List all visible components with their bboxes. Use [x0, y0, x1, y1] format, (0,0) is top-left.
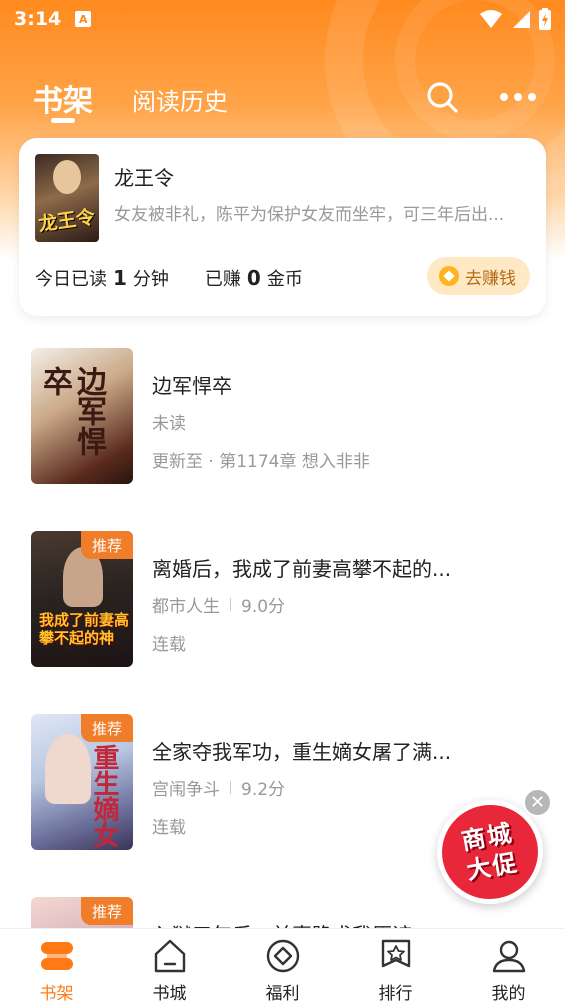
cover-title: 边军悍卒	[37, 366, 106, 456]
nav-item-welfare[interactable]: 福利	[226, 929, 339, 1004]
reading-stats: 今日已读 1 分钟 已赚 0 金币	[35, 265, 303, 291]
nav-label-welfare: 福利	[265, 984, 300, 1004]
nav-item-profile[interactable]: 我的	[452, 929, 565, 1004]
nav-label-ranking: 排行	[378, 984, 413, 1004]
recommend-badge: 推荐	[81, 897, 133, 925]
earned-label: 已赚	[204, 269, 241, 290]
list-item[interactable]: 我成了前妻高攀不起的神 推荐 离婚后，我成了前妻高攀不起的... 都市人生 9.…	[0, 531, 565, 681]
notification-icon: A	[75, 11, 92, 27]
book-cover[interactable]: 推荐	[31, 897, 133, 928]
welfare-icon	[266, 939, 299, 973]
ranking-icon	[381, 939, 410, 968]
book-genre: 都市人生	[152, 597, 220, 617]
book-meta: 宫闱争斗 9.2分	[152, 775, 285, 800]
book-title[interactable]: 入狱三年后，前妻跪求我原谅	[152, 919, 412, 928]
book-score: 9.2分	[241, 780, 286, 800]
tab-bookshelf[interactable]: 书架	[33, 76, 93, 120]
book-genre: 宫闱争斗	[152, 780, 220, 800]
read-today-label: 今日已读	[35, 269, 107, 290]
active-tab-indicator	[51, 118, 75, 123]
read-today-value: 1	[113, 266, 127, 290]
book-cover[interactable]: 龙王令	[35, 154, 99, 242]
search-icon[interactable]	[425, 80, 459, 114]
book-cover[interactable]: 边军悍卒	[31, 348, 133, 484]
book-meta: 都市人生 9.0分	[152, 592, 285, 617]
update-info: 更新至 · 第1174章 想入非非	[152, 452, 370, 472]
bottom-nav: 书架 书城 福利 排行 我的	[0, 928, 565, 1004]
book-cover[interactable]: 重生嫡女 推荐	[31, 714, 133, 850]
book-title[interactable]: 边军悍卒	[152, 370, 232, 399]
book-title[interactable]: 龙王令	[114, 162, 174, 191]
earned-unit: 金币	[266, 269, 303, 290]
top-nav: 书架 阅读历史	[0, 72, 565, 123]
bookstore-icon	[154, 939, 185, 973]
serial-status: 连载	[152, 635, 186, 655]
book-title[interactable]: 全家夺我军功，重生嫡女屠了满...	[152, 736, 451, 765]
book-score: 9.0分	[241, 597, 286, 617]
status-icons	[479, 8, 551, 30]
earn-money-label: 去赚钱	[465, 268, 516, 289]
book-title[interactable]: 离婚后，我成了前妻高攀不起的...	[152, 553, 451, 582]
nav-label-bookshelf: 书架	[39, 984, 74, 1004]
read-today-unit: 分钟	[132, 269, 169, 290]
serial-status: 连载	[152, 818, 186, 838]
cover-title: 重生嫡女	[89, 744, 119, 848]
cover-figure	[53, 160, 81, 194]
recommend-badge: 推荐	[81, 714, 133, 742]
nav-label-profile: 我的	[491, 984, 526, 1004]
profile-icon	[492, 940, 525, 973]
status-bar: 3:14 A	[0, 0, 565, 38]
earn-money-button[interactable]: 去赚钱	[427, 257, 530, 295]
status-time: 3:14	[14, 8, 62, 30]
nav-label-bookstore: 书城	[152, 984, 187, 1004]
list-item[interactable]: 边军悍卒 边军悍卒 未读 更新至 · 第1174章 想入非非	[0, 348, 565, 498]
nav-item-ranking[interactable]: 排行	[339, 929, 452, 1004]
wifi-icon	[480, 10, 502, 28]
signal-icon	[513, 11, 530, 28]
current-reading-card[interactable]: 龙王令 龙王令 女友被非礼，陈平为保护女友而坐牢，可三年后出... 今日已读 1…	[19, 138, 546, 316]
book-description: 女友被非礼，陈平为保护女友而坐牢，可三年后出...	[114, 205, 505, 225]
nav-item-bookshelf[interactable]: 书架	[0, 929, 113, 1004]
coin-icon	[439, 266, 459, 286]
recommend-badge: 推荐	[81, 531, 133, 559]
battery-icon	[539, 8, 551, 30]
bookshelf-icon	[40, 942, 73, 970]
promo-badge[interactable]: 商城 大促	[428, 791, 552, 913]
cover-figure	[45, 734, 91, 804]
earned-value: 0	[246, 266, 261, 290]
more-icon[interactable]	[500, 84, 536, 110]
close-icon[interactable]: ✕	[523, 788, 552, 817]
nav-item-bookstore[interactable]: 书城	[113, 929, 226, 1004]
cover-title: 龙王令	[36, 206, 97, 236]
tab-reading-history[interactable]: 阅读历史	[132, 82, 228, 117]
book-cover[interactable]: 我成了前妻高攀不起的神 推荐	[31, 531, 133, 667]
read-status: 未读	[152, 414, 186, 434]
cover-title: 我成了前妻高攀不起的神	[39, 611, 130, 647]
